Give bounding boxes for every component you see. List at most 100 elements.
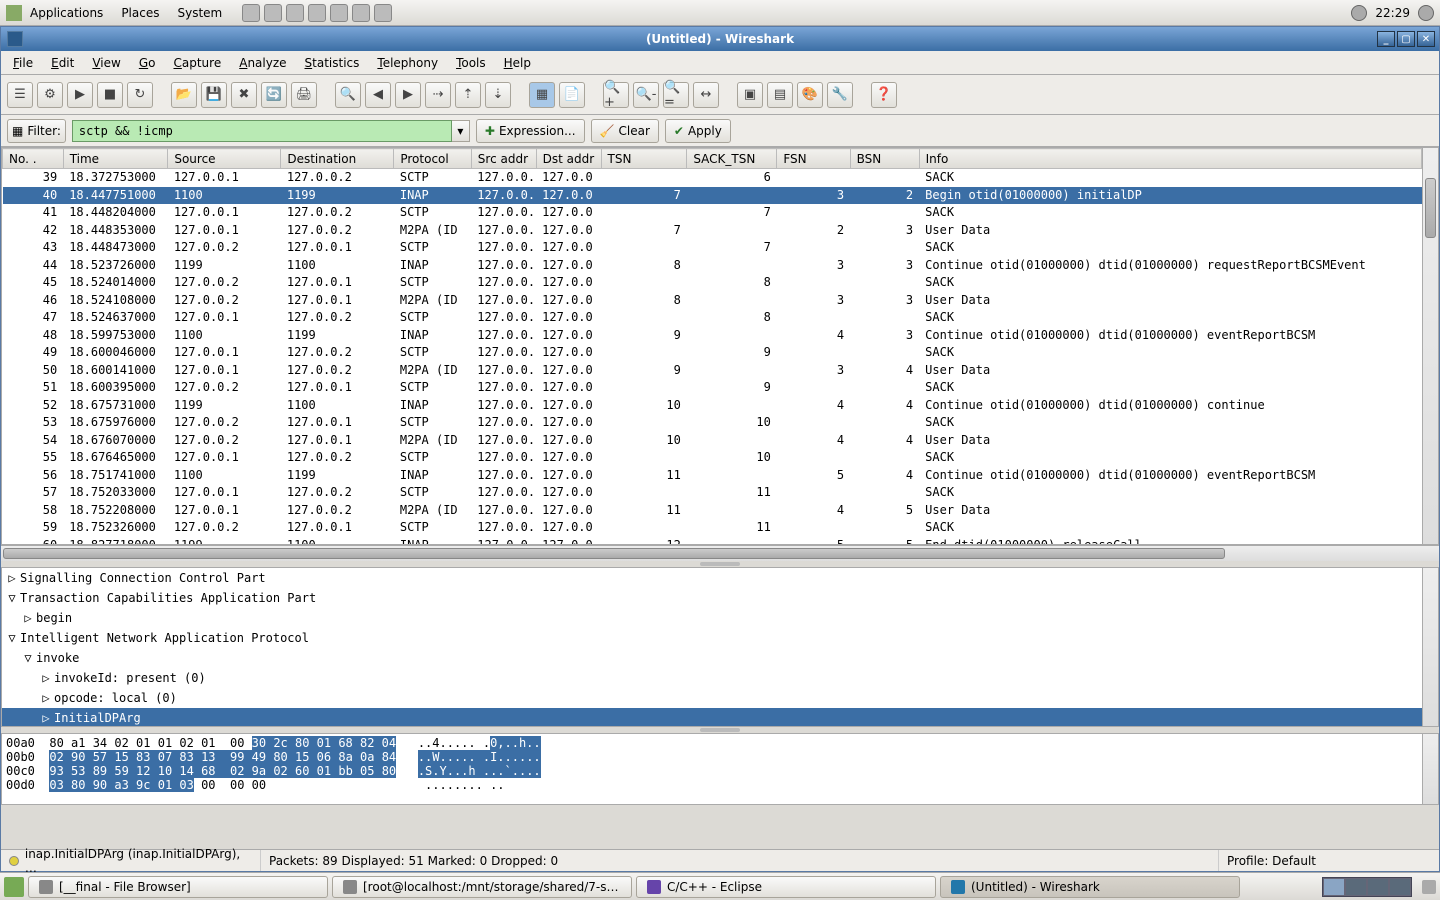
packet-row[interactable]: 3918.372753000127.0.0.1127.0.0.2SCTP127.… [3, 169, 1422, 187]
go-to-packet-button[interactable]: ⇢ [425, 82, 451, 108]
packet-row[interactable]: 5418.676070000127.0.0.2127.0.0.1M2PA (ID… [3, 432, 1422, 450]
minimize-button[interactable]: _ [1377, 31, 1395, 47]
zoom-out-button[interactable]: 🔍- [633, 82, 659, 108]
close-button[interactable]: ✕ [1417, 31, 1435, 47]
gnome-menu-system[interactable]: System [173, 4, 226, 22]
column-header[interactable]: SACK_TSN [687, 149, 777, 169]
trash-icon[interactable] [1422, 880, 1436, 894]
menu-analyze[interactable]: Analyze [231, 54, 294, 72]
column-header[interactable]: Destination [281, 149, 394, 169]
volume-icon[interactable] [1418, 5, 1434, 21]
find-packet-button[interactable]: 🔍 [335, 82, 361, 108]
expand-arrow-icon[interactable]: ▷ [40, 711, 52, 725]
packet-list-vscrollbar[interactable] [1422, 148, 1438, 544]
column-header[interactable]: TSN [601, 149, 687, 169]
clear-filter-button[interactable]: 🧹 Clear [591, 119, 659, 143]
packet-row[interactable]: 4518.524014000127.0.0.2127.0.0.1SCTP127.… [3, 274, 1422, 292]
details-vscrollbar[interactable] [1422, 568, 1438, 726]
expand-arrow-icon[interactable]: ▷ [40, 671, 52, 685]
packet-row[interactable]: 4918.600046000127.0.0.1127.0.0.2SCTP127.… [3, 344, 1422, 362]
workspace-switcher[interactable] [1322, 877, 1412, 897]
packet-row[interactable]: 5718.752033000127.0.0.1127.0.0.2SCTP127.… [3, 484, 1422, 502]
tree-node[interactable]: ▷invokeId: present (0) [2, 668, 1438, 688]
packet-row[interactable]: 5918.752326000127.0.0.2127.0.0.1SCTP127.… [3, 519, 1422, 537]
launcher-icon[interactable] [330, 4, 348, 22]
menu-statistics[interactable]: Statistics [297, 54, 368, 72]
expand-arrow-icon[interactable]: ▽ [6, 631, 18, 645]
go-back-button[interactable]: ◀ [365, 82, 391, 108]
apply-filter-button[interactable]: ✔ Apply [665, 119, 731, 143]
tree-node[interactable]: ▽Intelligent Network Application Protoco… [2, 628, 1438, 648]
taskbar-item[interactable]: C/C++ - Eclipse [636, 876, 936, 898]
packet-list-header[interactable]: No. .TimeSourceDestinationProtocolSrc ad… [3, 149, 1422, 169]
tree-node[interactable]: ▽invoke [2, 648, 1438, 668]
tree-node[interactable]: ▷InitialDPArg [2, 708, 1438, 727]
expand-arrow-icon[interactable]: ▽ [22, 651, 34, 665]
expression-button[interactable]: ✚ Expression... [476, 119, 585, 143]
resize-columns-button[interactable]: ↔ [693, 82, 719, 108]
launcher-icon[interactable] [242, 4, 260, 22]
go-forward-button[interactable]: ▶ [395, 82, 421, 108]
launcher-icon[interactable] [352, 4, 370, 22]
column-header[interactable]: Dst addr [536, 149, 601, 169]
packet-bytes-pane[interactable]: 00a0 80 a1 34 02 01 01 02 01 00 30 2c 80… [1, 733, 1439, 805]
launcher-icon[interactable] [286, 4, 304, 22]
column-header[interactable]: FSN [777, 149, 850, 169]
tree-node[interactable]: ▷Signalling Connection Control Part [2, 568, 1438, 588]
column-header[interactable]: Time [63, 149, 168, 169]
save-file-button[interactable]: 💾 [201, 82, 227, 108]
zoom-in-button[interactable]: 🔍+ [603, 82, 629, 108]
go-first-button[interactable]: ⇡ [455, 82, 481, 108]
menu-help[interactable]: Help [496, 54, 539, 72]
display-filters-button[interactable]: ▤ [767, 82, 793, 108]
go-last-button[interactable]: ⇣ [485, 82, 511, 108]
expand-arrow-icon[interactable]: ▷ [40, 691, 52, 705]
print-button[interactable]: 🖨 [291, 82, 317, 108]
taskbar-item[interactable]: [__final - File Browser] [28, 876, 328, 898]
status-expert-info[interactable]: inap.InitialDPArg (inap.InitialDPArg), … [1, 850, 261, 871]
tree-node[interactable]: ▷begin [2, 608, 1438, 628]
menu-go[interactable]: Go [131, 54, 164, 72]
display-filter-input[interactable] [72, 120, 452, 142]
packet-row[interactable]: 4018.44775100011001199INAP127.0.0.127.0.… [3, 187, 1422, 205]
gnome-menu-places[interactable]: Places [117, 4, 163, 22]
launcher-icon[interactable] [264, 4, 282, 22]
packet-list-hscrollbar[interactable] [1, 545, 1439, 561]
menu-file[interactable]: File [5, 54, 41, 72]
packet-row[interactable]: 4818.59975300011001199INAP127.0.0.127.0.… [3, 327, 1422, 345]
show-desktop-button[interactable] [4, 877, 24, 897]
launcher-icon[interactable] [374, 4, 392, 22]
tree-node[interactable]: ▽Transaction Capabilities Application Pa… [2, 588, 1438, 608]
taskbar-item-active[interactable]: (Untitled) - Wireshark [940, 876, 1240, 898]
column-header[interactable]: No. . [3, 149, 64, 169]
gnome-menu-applications[interactable]: Applications [6, 4, 107, 22]
filter-dropdown-button[interactable]: ▾ [452, 120, 470, 142]
packet-row[interactable]: 5018.600141000127.0.0.1127.0.0.2M2PA (ID… [3, 362, 1422, 380]
auto-scroll-button[interactable]: 📄 [559, 82, 585, 108]
expand-arrow-icon[interactable]: ▽ [6, 591, 18, 605]
status-profile[interactable]: Profile: Default [1219, 850, 1439, 871]
menu-telephony[interactable]: Telephony [369, 54, 446, 72]
packet-row[interactable]: 4218.448353000127.0.0.1127.0.0.2M2PA (ID… [3, 222, 1422, 240]
capture-options-button[interactable]: ⚙ [37, 82, 63, 108]
column-header[interactable]: Src addr [471, 149, 536, 169]
packet-row[interactable]: 4618.524108000127.0.0.2127.0.0.1M2PA (ID… [3, 292, 1422, 310]
filter-bookmark-button[interactable]: ▦ Filter: [7, 119, 66, 143]
packet-row[interactable]: 5218.67573100011991100INAP127.0.0.127.0.… [3, 397, 1422, 415]
packet-row[interactable]: 5618.75174100011001199INAP127.0.0.127.0.… [3, 467, 1422, 485]
bytes-vscrollbar[interactable] [1422, 734, 1438, 804]
close-file-button[interactable]: ✖ [231, 82, 257, 108]
column-header[interactable]: Info [919, 149, 1421, 169]
expand-arrow-icon[interactable]: ▷ [22, 611, 34, 625]
clock[interactable]: 22:29 [1375, 6, 1410, 20]
packet-row[interactable]: 4718.524637000127.0.0.1127.0.0.2SCTP127.… [3, 309, 1422, 327]
restart-capture-button[interactable]: ↻ [127, 82, 153, 108]
menu-capture[interactable]: Capture [165, 54, 229, 72]
start-capture-button[interactable]: ▶ [67, 82, 93, 108]
packet-row[interactable]: 4418.52372600011991100INAP127.0.0.127.0.… [3, 257, 1422, 275]
maximize-button[interactable]: ▢ [1397, 31, 1415, 47]
taskbar-item[interactable]: [root@localhost:/mnt/storage/shared/7-s… [332, 876, 632, 898]
packet-row[interactable]: 6018.82771800011991100INAP127.0.0.127.0.… [3, 537, 1422, 545]
packet-row[interactable]: 5818.752208000127.0.0.1127.0.0.2M2PA (ID… [3, 502, 1422, 520]
menu-tools[interactable]: Tools [448, 54, 494, 72]
